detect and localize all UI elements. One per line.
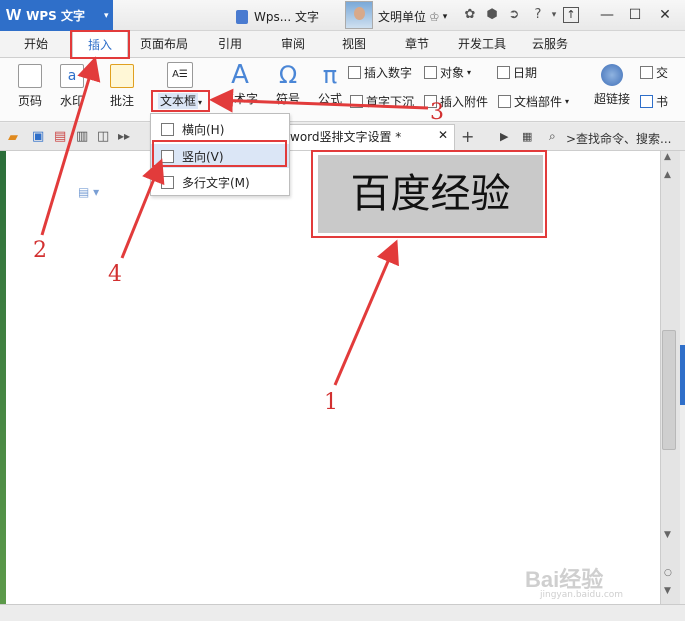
arrow-4 [120,158,165,259]
annotation-number-4: 4 [108,262,122,287]
baidu-watermark-url: jingyan.baidu.com [540,590,624,600]
annotation-number-3: 3 [430,100,444,125]
annotation-number-1: 1 [324,390,338,415]
arrow-2 [40,56,101,236]
annotation-arrows [40,56,429,386]
arrow-1 [333,239,399,386]
arrow-3 [209,88,429,113]
annotation-number-2: 2 [33,238,47,263]
